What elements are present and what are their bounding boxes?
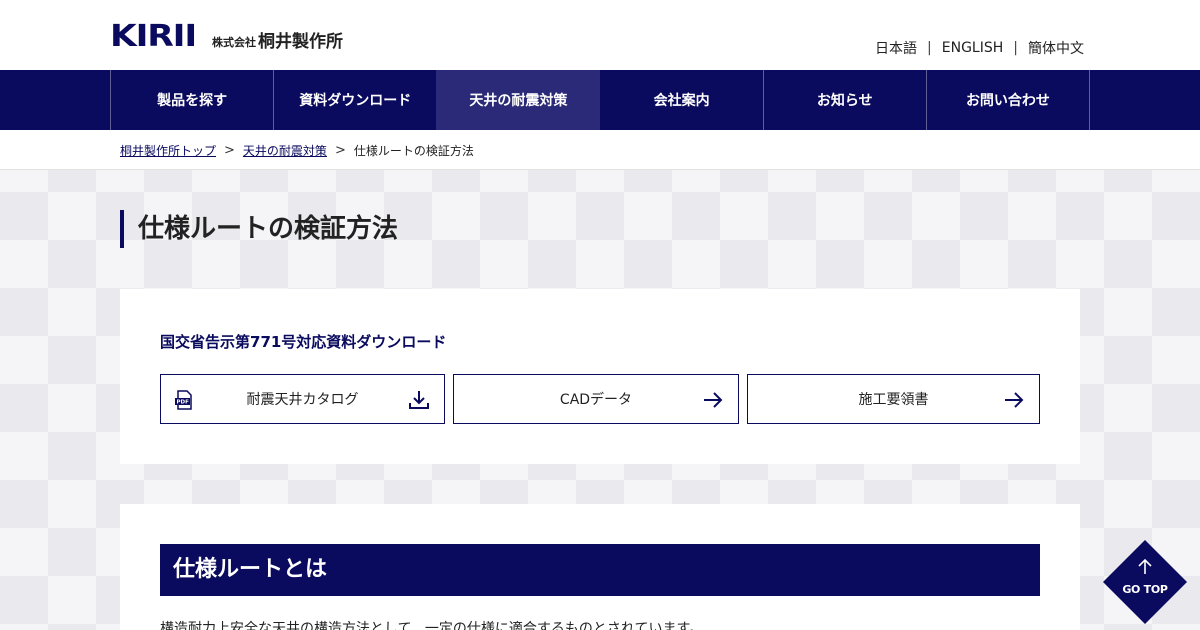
lang-divider: | [927, 40, 932, 56]
catalog-download-label: 耐震天井カタログ [246, 392, 359, 408]
nav-item-products[interactable]: 製品を探す [110, 70, 273, 130]
go-top-label: GO TOP [1122, 583, 1168, 596]
nav-item-news[interactable]: お知らせ [762, 70, 926, 130]
nav-item-seismic[interactable]: 天井の耐震対策 [436, 70, 600, 130]
lang-chinese[interactable]: 簡体中文 [1028, 38, 1084, 58]
breadcrumb-home[interactable]: 桐井製作所トップ [120, 142, 216, 159]
spec-route-card: 仕様ルートとは 構造耐力上安全な天井の構造方法として、一定の仕様に適合するものと… [120, 504, 1080, 630]
catalog-download-button[interactable]: PDF 耐震天井カタログ [160, 374, 445, 424]
cad-data-label: CADデータ [559, 392, 633, 408]
arrow-right-icon [1005, 392, 1024, 408]
site-header: KIRII 株式会社 桐井製作所 日本語 | ENGLISH | 簡体中文 [0, 0, 1200, 70]
svg-text:PDF: PDF [177, 400, 190, 406]
nav-item-contact[interactable]: お問い合わせ [925, 70, 1091, 130]
go-top-button[interactable]: GO TOP [1103, 540, 1187, 624]
arrow-right-icon [704, 392, 723, 408]
construction-manual-button[interactable]: 施工要領書 [747, 374, 1040, 424]
nav-item-company[interactable]: 会社案内 [600, 70, 763, 130]
global-nav: 製品を探す 資料ダウンロード 天井の耐震対策 会社案内 お知らせ お問い合わせ [0, 70, 1200, 130]
breadcrumb-separator: > [224, 142, 235, 158]
language-switcher: 日本語 | ENGLISH | 簡体中文 [875, 38, 1084, 58]
download-icon [409, 391, 429, 409]
construction-manual-label: 施工要領書 [858, 392, 929, 408]
lang-english[interactable]: ENGLISH [942, 40, 1004, 56]
breadcrumb-seismic[interactable]: 天井の耐震対策 [243, 142, 327, 159]
logo-company-name: 桐井製作所 [258, 32, 343, 52]
download-heading: 国交省告示第771号対応資料ダウンロード [160, 333, 447, 351]
diamond-background [1103, 540, 1187, 624]
section-body-text: 構造耐力上安全な天井の構造方法として、一定の仕様に適合するものとされています。 [160, 621, 704, 630]
page-title: 仕様ルートの検証方法 [120, 210, 398, 248]
breadcrumb-bar: 桐井製作所トップ > 天井の耐震対策 > 仕様ルートの検証方法 [0, 130, 1200, 170]
pdf-icon: PDF [175, 390, 192, 410]
breadcrumb-separator: > [334, 142, 346, 158]
lang-divider: | [1013, 40, 1018, 56]
download-buttons: PDF 耐震天井カタログ CADデータ 施工要領書 [160, 374, 1040, 424]
nav-item-downloads[interactable]: 資料ダウンロード [273, 70, 436, 130]
lang-japanese[interactable]: 日本語 [875, 38, 917, 58]
logo-mark: KIRII [110, 19, 197, 54]
site-logo[interactable]: KIRII 株式会社 桐井製作所 [110, 19, 343, 54]
cad-data-button[interactable]: CADデータ [453, 374, 739, 424]
breadcrumb: 桐井製作所トップ > 天井の耐震対策 > 仕様ルートの検証方法 [120, 130, 474, 170]
breadcrumb-current: 仕様ルートの検証方法 [353, 143, 474, 158]
download-card: 国交省告示第771号対応資料ダウンロード PDF 耐震天井カタログ CADデータ… [120, 289, 1080, 464]
section-heading: 仕様ルートとは [160, 544, 1040, 596]
